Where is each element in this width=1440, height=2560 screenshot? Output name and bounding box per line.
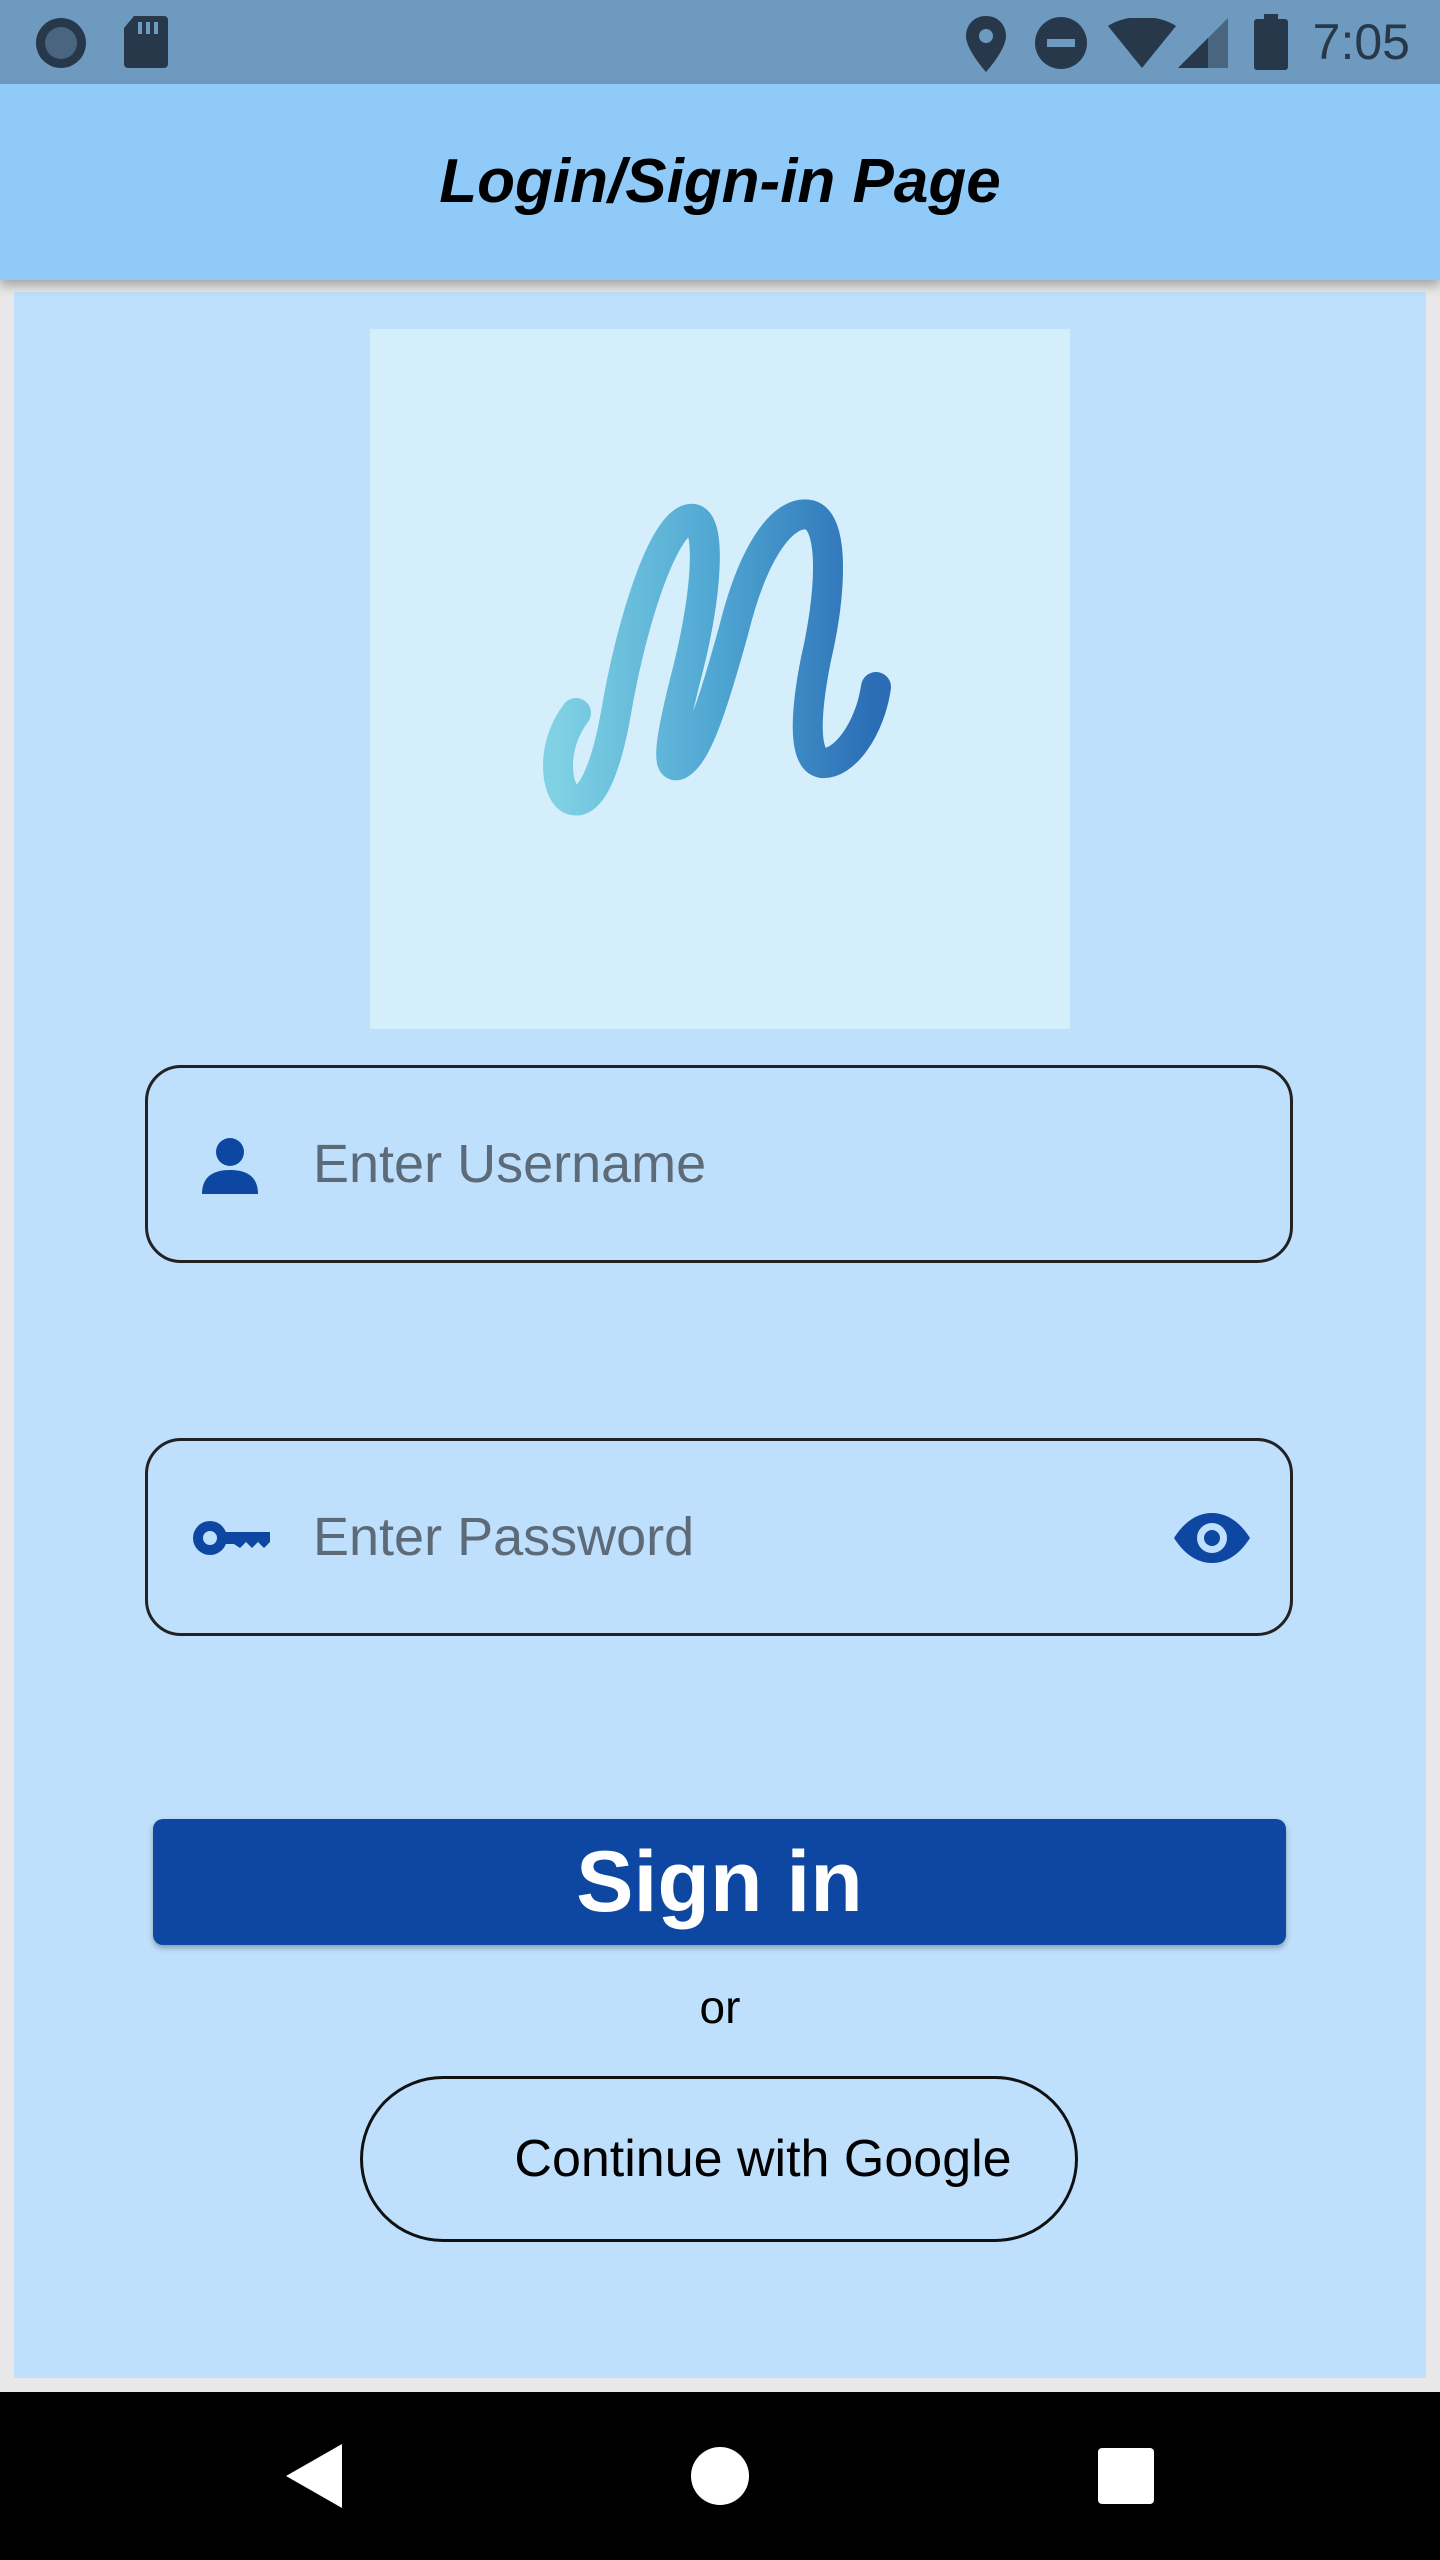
page-title: Login/Sign-in Page <box>439 147 1001 216</box>
google-button-label: Continue with Google <box>514 2130 1012 2188</box>
status-time: 7:05 <box>1312 14 1410 70</box>
battery-icon <box>1254 14 1288 70</box>
login-form-container: Sign in or Continue with Google <box>14 292 1426 2378</box>
key-icon <box>193 1521 270 1555</box>
status-bar: 7:05 <box>0 0 1440 84</box>
password-field[interactable] <box>145 1438 1293 1636</box>
person-icon <box>202 1138 258 1194</box>
script-m-logo-icon <box>543 499 891 816</box>
cell-signal-icon <box>1178 18 1228 68</box>
recents-icon[interactable] <box>1098 2448 1154 2504</box>
continue-with-google-button[interactable]: Continue with Google <box>360 2076 1078 2242</box>
username-input[interactable] <box>313 1068 1133 1260</box>
sign-in-button[interactable]: Sign in <box>153 1819 1286 1945</box>
password-input[interactable] <box>313 1441 1133 1633</box>
app-bar: Login/Sign-in Page <box>0 84 1440 280</box>
sd-card-icon <box>124 16 168 68</box>
do-not-disturb-icon <box>1035 17 1087 69</box>
home-icon[interactable] <box>690 2446 750 2506</box>
or-divider-text: or <box>699 1981 741 2033</box>
system-nav-bar <box>0 2392 1440 2560</box>
circle-record-icon <box>36 18 86 68</box>
back-icon[interactable] <box>286 2444 342 2508</box>
location-pin-icon <box>966 16 1006 72</box>
wifi-icon <box>1108 18 1176 68</box>
username-field[interactable] <box>145 1065 1293 1263</box>
logo-image <box>370 329 1070 1029</box>
eye-icon[interactable] <box>1172 1511 1252 1565</box>
